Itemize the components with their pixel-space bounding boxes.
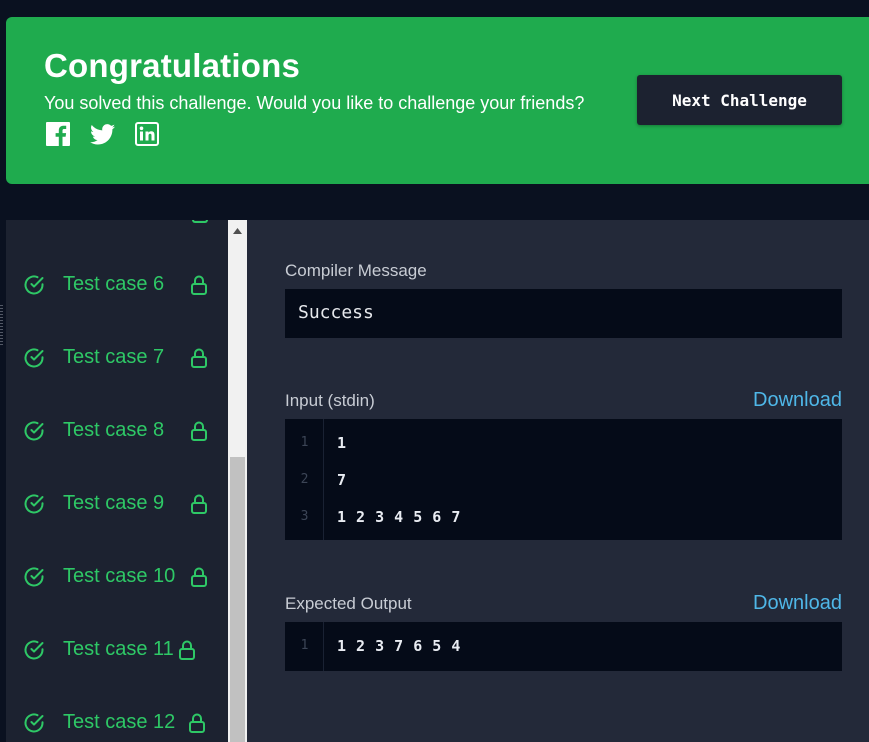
compiler-message-box: Success [285, 289, 842, 338]
test-case-item[interactable]: Test case 12 [6, 703, 228, 742]
lock-icon [191, 348, 207, 368]
input-code-box: 112731 2 3 4 5 6 7 [285, 419, 842, 540]
banner-subtitle: You solved this challenge. Would you lik… [44, 93, 585, 113]
test-case-item[interactable]: Test case 11 [6, 630, 228, 670]
success-banner: Congratulations You solved this challeng… [6, 17, 869, 184]
next-challenge-button[interactable]: Next Challenge [637, 75, 842, 125]
compiler-message-label: Compiler Message [285, 261, 427, 280]
test-case-label: Test case 9 [63, 492, 165, 514]
banner-title: Congratulations [44, 47, 300, 84]
test-case-item[interactable]: Test case 6 [6, 265, 228, 305]
test-case-scrollbar[interactable] [228, 220, 247, 742]
test-result-panel: Compiler Message Success Input (stdin) D… [247, 220, 869, 742]
lock-icon [179, 640, 195, 660]
line-number: 1 [300, 435, 309, 450]
expected-output-download-link[interactable]: Download [753, 592, 842, 615]
expected-output-code-box: 1 1 2 3 7 6 5 4 [285, 622, 842, 671]
code-line: 1 1 2 3 7 6 5 4 [285, 636, 842, 656]
test-case-item[interactable]: Test case 9 [6, 484, 228, 524]
code-line: 27 [285, 470, 842, 490]
lock-icon [191, 275, 207, 295]
line-number: 1 [300, 638, 309, 653]
lock-icon [191, 567, 207, 587]
line-number: 3 [300, 509, 309, 524]
test-case-label: Test case 6 [63, 273, 165, 295]
test-case-label: Test case 8 [63, 419, 165, 441]
test-case-item[interactable]: Test case 10 [6, 557, 228, 597]
line-content: 1 2 3 7 6 5 4 [337, 637, 461, 655]
input-label: Input (stdin) [285, 391, 375, 410]
check-circle-icon [24, 275, 44, 295]
check-circle-icon [24, 421, 44, 441]
test-case-label: Test case 12 [63, 711, 176, 733]
line-number: 2 [300, 472, 309, 487]
check-circle-icon [24, 494, 44, 514]
test-case-label: Test case 11 [63, 638, 174, 660]
compiler-message-text: Success [298, 302, 374, 323]
test-case-label: Test case 10 [63, 565, 176, 587]
partial-lock-icon [192, 220, 208, 223]
input-download-link[interactable]: Download [753, 389, 842, 412]
code-line: 11 [285, 433, 842, 453]
check-circle-icon [24, 567, 44, 587]
lock-icon [189, 713, 205, 733]
test-case-item[interactable]: Test case 7 [6, 338, 228, 378]
test-case-list: Test case 6 Test case 7 Test case 8 Test ca… [6, 220, 228, 742]
scroll-up-arrow-icon[interactable] [228, 220, 247, 242]
facebook-icon[interactable] [46, 122, 70, 146]
line-content: 1 [337, 434, 347, 452]
lock-icon [191, 494, 207, 514]
line-content: 1 2 3 4 5 6 7 [337, 508, 461, 526]
linkedin-icon[interactable] [135, 122, 159, 146]
expected-output-label: Expected Output [285, 594, 412, 613]
check-circle-icon [24, 348, 44, 368]
test-case-item[interactable]: Test case 8 [6, 411, 228, 451]
lock-icon [191, 421, 207, 441]
check-circle-icon [24, 713, 44, 733]
share-icons [46, 122, 159, 146]
panel-resize-handle[interactable] [0, 305, 3, 345]
check-circle-icon [24, 640, 44, 660]
code-line: 3 1 2 3 4 5 6 7 [285, 507, 842, 527]
scroll-thumb[interactable] [230, 457, 245, 742]
test-case-label: Test case 7 [63, 346, 165, 368]
twitter-icon[interactable] [90, 123, 115, 145]
line-content: 7 [337, 471, 347, 489]
